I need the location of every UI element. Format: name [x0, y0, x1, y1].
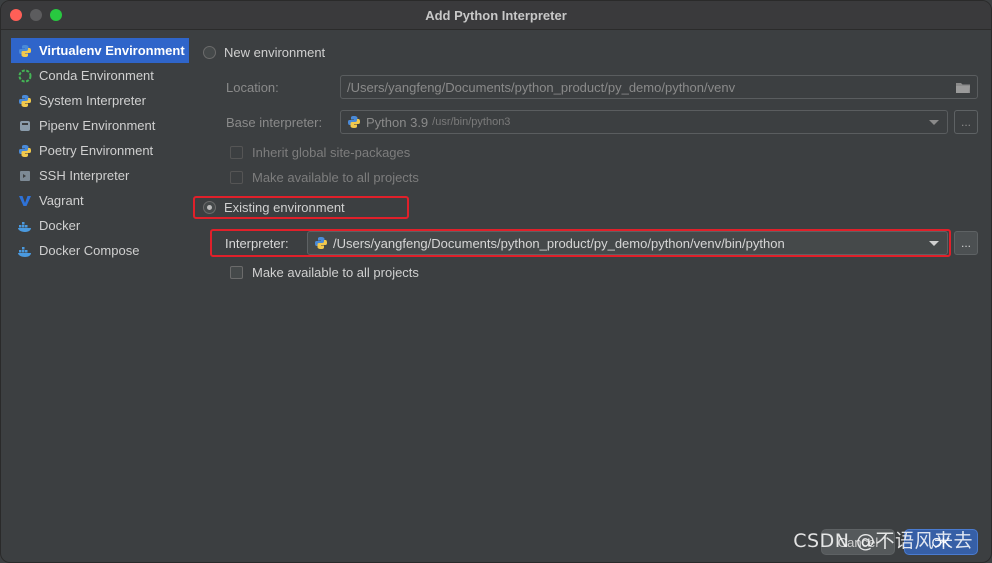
- sidebar-item-label: SSH Interpreter: [39, 168, 130, 183]
- existing-make-available-label: Make available to all projects: [252, 265, 419, 280]
- docker-icon: [17, 218, 33, 234]
- close-window-button[interactable]: [10, 9, 22, 21]
- sidebar-item-docker-compose[interactable]: Docker Compose: [11, 238, 189, 263]
- terminal-icon: [17, 168, 33, 184]
- sidebar-item-virtualenv[interactable]: Virtualenv Environment: [11, 38, 189, 63]
- checkbox[interactable]: [230, 171, 243, 184]
- sidebar-item-label: System Interpreter: [39, 93, 146, 108]
- dialog-title: Add Python Interpreter: [425, 7, 567, 23]
- sidebar-item-label: Conda Environment: [39, 68, 154, 83]
- dialog-window: Add Python Interpreter Virtualenv Enviro…: [0, 0, 992, 563]
- sidebar-item-label: Poetry Environment: [39, 143, 154, 158]
- interpreter-select[interactable]: /Users/yangfeng/Documents/python_product…: [307, 231, 948, 255]
- existing-make-available-checkbox[interactable]: Make available to all projects: [230, 265, 419, 280]
- sidebar-item-docker[interactable]: Docker: [11, 213, 189, 238]
- interpreter-value: /Users/yangfeng/Documents/python_product…: [333, 235, 785, 251]
- location-field[interactable]: /Users/yangfeng/Documents/python_product…: [340, 75, 978, 99]
- window-controls: [10, 9, 62, 21]
- sidebar-item-label: Vagrant: [39, 193, 84, 208]
- sidebar-item-poetry[interactable]: Poetry Environment: [11, 138, 189, 163]
- interpreter-type-list: Virtualenv Environment Conda Environment…: [11, 38, 189, 263]
- base-interpreter-value: Python 3.9: [366, 114, 429, 130]
- new-environment-radio[interactable]: New environment: [203, 45, 325, 60]
- sidebar-item-system[interactable]: System Interpreter: [11, 88, 189, 113]
- folder-icon[interactable]: [955, 81, 971, 97]
- base-interpreter-label: Base interpreter:: [226, 115, 323, 130]
- sidebar-item-label: Docker Compose: [39, 243, 140, 258]
- conda-icon: [17, 68, 33, 84]
- docker-icon: [17, 243, 33, 259]
- python-icon: [17, 43, 33, 59]
- title-bar: Add Python Interpreter: [1, 1, 991, 30]
- inherit-site-packages-label: Inherit global site-packages: [252, 145, 411, 160]
- checkbox[interactable]: [230, 146, 243, 159]
- existing-environment-label: Existing environment: [224, 200, 345, 215]
- location-value: /Users/yangfeng/Documents/python_product…: [347, 79, 736, 95]
- sidebar-item-vagrant[interactable]: Vagrant: [11, 188, 189, 213]
- vagrant-icon: [17, 193, 33, 209]
- pipenv-icon: [17, 118, 33, 134]
- new-environment-label: New environment: [224, 45, 326, 60]
- maximize-window-button[interactable]: [50, 9, 62, 21]
- python-icon: [347, 115, 361, 129]
- location-label: Location:: [226, 80, 279, 95]
- new-make-available-label: Make available to all projects: [252, 170, 419, 185]
- interpreter-label: Interpreter:: [225, 235, 289, 251]
- new-make-available-checkbox[interactable]: Make available to all projects: [230, 170, 419, 185]
- watermark: CSDN @不语风来去: [793, 530, 973, 552]
- base-interpreter-browse-button[interactable]: ...: [954, 110, 978, 134]
- python-icon: [17, 143, 33, 159]
- sidebar-item-label: Pipenv Environment: [39, 118, 156, 133]
- chevron-down-icon[interactable]: [929, 241, 939, 246]
- sidebar-item-ssh[interactable]: SSH Interpreter: [11, 163, 189, 188]
- base-interpreter-select[interactable]: Python 3.9 /usr/bin/python3: [340, 110, 948, 134]
- sidebar-item-label: Virtualenv Environment: [39, 43, 185, 58]
- chevron-down-icon: [929, 120, 939, 125]
- sidebar-item-pipenv[interactable]: Pipenv Environment: [11, 113, 189, 138]
- base-interpreter-path: /usr/bin/python3: [432, 116, 511, 128]
- python-icon: [17, 93, 33, 109]
- python-venv-icon: [314, 236, 328, 250]
- checkbox[interactable]: [230, 266, 243, 279]
- interpreter-browse-button[interactable]: ...: [954, 231, 978, 255]
- sidebar-item-label: Docker: [39, 218, 81, 233]
- inherit-site-packages-checkbox[interactable]: Inherit global site-packages: [230, 145, 410, 160]
- sidebar-item-conda[interactable]: Conda Environment: [11, 63, 189, 88]
- existing-environment-radio[interactable]: Existing environment: [203, 200, 345, 215]
- radio-button[interactable]: [203, 201, 216, 214]
- radio-button[interactable]: [203, 46, 216, 59]
- minimize-window-button[interactable]: [30, 9, 42, 21]
